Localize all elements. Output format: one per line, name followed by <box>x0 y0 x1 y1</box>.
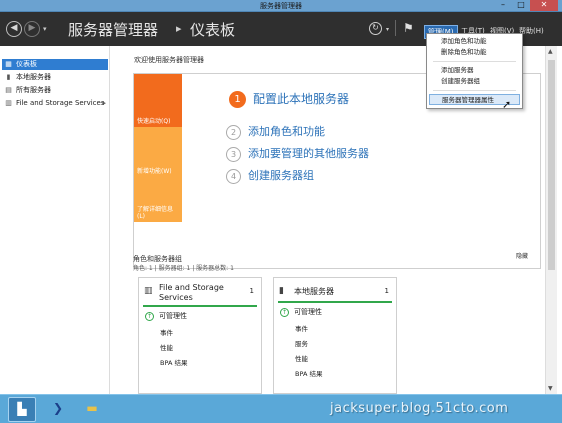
forward-button[interactable]: ▶ <box>24 21 40 37</box>
powershell-icon: ❯ <box>52 401 64 415</box>
server-icon: ▮ <box>6 73 11 81</box>
step-number: 2 <box>226 124 241 140</box>
refresh-dropdown-icon[interactable]: ▾ <box>386 26 389 33</box>
sidebar-item-local-server[interactable]: ▮ 本地服务器 <box>2 72 108 83</box>
tile-title: File and Storage Services <box>159 283 224 302</box>
tile-status-bar <box>278 301 392 303</box>
tab-label: 了解详细信息(L) <box>137 206 174 220</box>
minimize-button[interactable]: – <box>494 0 512 11</box>
tile-row-bpa[interactable]: BPA 结果 <box>295 368 322 378</box>
dashboard-icon: ▦ <box>5 60 12 68</box>
quick-start-tabs: 快速启动(Q) 新增功能(W) 了解详细信息(L) <box>134 74 182 268</box>
server-manager-icon: ▙ <box>17 402 27 416</box>
step-number: 1 <box>229 91 246 108</box>
step-label: 创建服务器组 <box>248 169 314 182</box>
sidebar-item-file-storage[interactable]: ▥ File and Storage Services ▸ <box>2 98 108 109</box>
tab-label: 新增功能(W) <box>137 168 172 175</box>
tile-row-events[interactable]: 事件 <box>295 323 308 333</box>
step-configure-local-server[interactable]: 1 配置此本地服务器 <box>229 90 349 108</box>
tab-quick-start[interactable]: 快速启动(Q) <box>134 74 182 127</box>
tab-learn-more[interactable]: 了解详细信息(L) <box>134 177 182 222</box>
step-create-group[interactable]: 4 创建服务器组 <box>226 167 314 184</box>
tile-row-bpa[interactable]: BPA 结果 <box>160 357 187 367</box>
healthy-arrow-icon: ↑ <box>280 308 289 317</box>
breadcrumb-root[interactable]: 服务器管理器 <box>68 19 158 40</box>
breadcrumb-current: 仪表板 <box>190 21 236 39</box>
tile-row-performance[interactable]: 性能 <box>295 353 308 363</box>
step-add-servers[interactable]: 3 添加要管理的其他服务器 <box>226 145 369 162</box>
tab-whats-new[interactable]: 新增功能(W) <box>134 127 182 177</box>
back-button[interactable]: ◀ <box>6 21 22 37</box>
tile-row-services[interactable]: 服务 <box>295 338 308 348</box>
menu-item-add-roles[interactable]: 添加角色和功能 <box>427 36 522 47</box>
taskbar-server-manager[interactable]: ▙ <box>8 397 36 422</box>
taskbar-explorer[interactable]: ▬ <box>78 397 106 422</box>
menu-item-remove-roles[interactable]: 删除角色和功能 <box>427 47 522 58</box>
storage-icon: ▥ <box>5 99 12 107</box>
tile-title: 本地服务器 <box>294 287 334 296</box>
step-number: 3 <box>226 146 241 162</box>
storage-icon: ▥ <box>144 286 153 296</box>
maximize-button[interactable]: □ <box>512 0 530 11</box>
sidebar-item-label: File and Storage Services <box>16 99 105 107</box>
hide-link[interactable]: 隐藏 <box>516 251 528 260</box>
status-label: 可管理性 <box>294 308 322 316</box>
status-label: 可管理性 <box>159 312 187 320</box>
sidebar-item-all-servers[interactable]: ▤ 所有服务器 <box>2 85 108 96</box>
menu-item-create-group[interactable]: 创建服务器组 <box>427 76 522 87</box>
tile-status-bar <box>143 305 257 307</box>
history-dropdown-icon[interactable]: ▾ <box>43 25 47 33</box>
window-title: 服务器管理器 <box>260 2 302 10</box>
watermark: jacksuper.blog.51cto.com <box>330 401 509 416</box>
scrollbar-thumb[interactable] <box>548 60 555 270</box>
step-label: 添加要管理的其他服务器 <box>248 147 369 160</box>
sidebar-item-label: 所有服务器 <box>16 86 51 94</box>
tile-count: 1 <box>384 287 389 295</box>
taskbar-powershell[interactable]: ❯ <box>44 397 72 422</box>
folder-icon: ▬ <box>86 401 98 415</box>
step-add-roles[interactable]: 2 添加角色和功能 <box>226 123 325 140</box>
step-label: 添加角色和功能 <box>248 125 325 138</box>
refresh-icon[interactable]: ↻ <box>369 22 382 35</box>
scroll-up-icon[interactable]: ▲ <box>548 48 553 55</box>
arrow-right-icon: ▶ <box>28 23 36 33</box>
healthy-arrow-icon: ↑ <box>145 312 154 321</box>
server-icon: ▮ <box>279 286 284 296</box>
window-titlebar: 服务器管理器 – □ ✕ <box>0 0 562 12</box>
tile-count: 1 <box>249 287 254 295</box>
tile-row-events[interactable]: 事件 <box>160 327 173 337</box>
menu-item-add-servers[interactable]: 添加服务器 <box>427 65 522 76</box>
notifications-flag-icon[interactable]: ⚑ <box>403 21 414 35</box>
tile-manageability[interactable]: ↑ 可管理性 <box>145 311 187 321</box>
sidebar-item-label: 仪表板 <box>16 60 37 68</box>
sidebar-item-label: 本地服务器 <box>16 73 51 81</box>
tile-manageability[interactable]: ↑ 可管理性 <box>280 307 322 317</box>
servers-icon: ▤ <box>5 86 12 94</box>
header-divider <box>395 20 396 36</box>
step-number: 4 <box>226 168 241 184</box>
sidebar: ▦ 仪表板 ▮ 本地服务器 ▤ 所有服务器 ▥ File and Storage Ser… <box>0 46 110 394</box>
sidebar-item-dashboard[interactable]: ▦ 仪表板 <box>2 59 108 70</box>
vertical-scrollbar[interactable]: ▲ ▼ <box>545 46 557 394</box>
welcome-heading: 欢迎使用服务器管理器 <box>134 56 204 64</box>
role-tile-local-server[interactable]: ▮ 本地服务器 1 ↑ 可管理性 事件 服务 性能 BPA 结果 <box>273 277 397 394</box>
mouse-pointer-icon: ➚ <box>502 98 512 111</box>
tile-row-performance[interactable]: 性能 <box>160 342 173 352</box>
scroll-down-icon[interactable]: ▼ <box>548 385 553 392</box>
step-label: 配置此本地服务器 <box>253 92 350 106</box>
chevron-right-icon[interactable]: ▸ <box>102 98 106 109</box>
tab-label: 快速启动(Q) <box>137 118 171 125</box>
menu-divider <box>433 61 516 62</box>
roles-summary: 角色: 1 | 服务器组: 1 | 服务器总数: 1 <box>133 265 234 272</box>
menu-divider <box>433 90 516 91</box>
arrow-left-icon: ◀ <box>10 23 18 33</box>
close-button[interactable]: ✕ <box>530 0 558 11</box>
breadcrumb-separator: ▸ <box>176 22 182 35</box>
role-tile-file-storage[interactable]: ▥ File and Storage Services 1 ↑ 可管理性 事件 性… <box>138 277 262 394</box>
